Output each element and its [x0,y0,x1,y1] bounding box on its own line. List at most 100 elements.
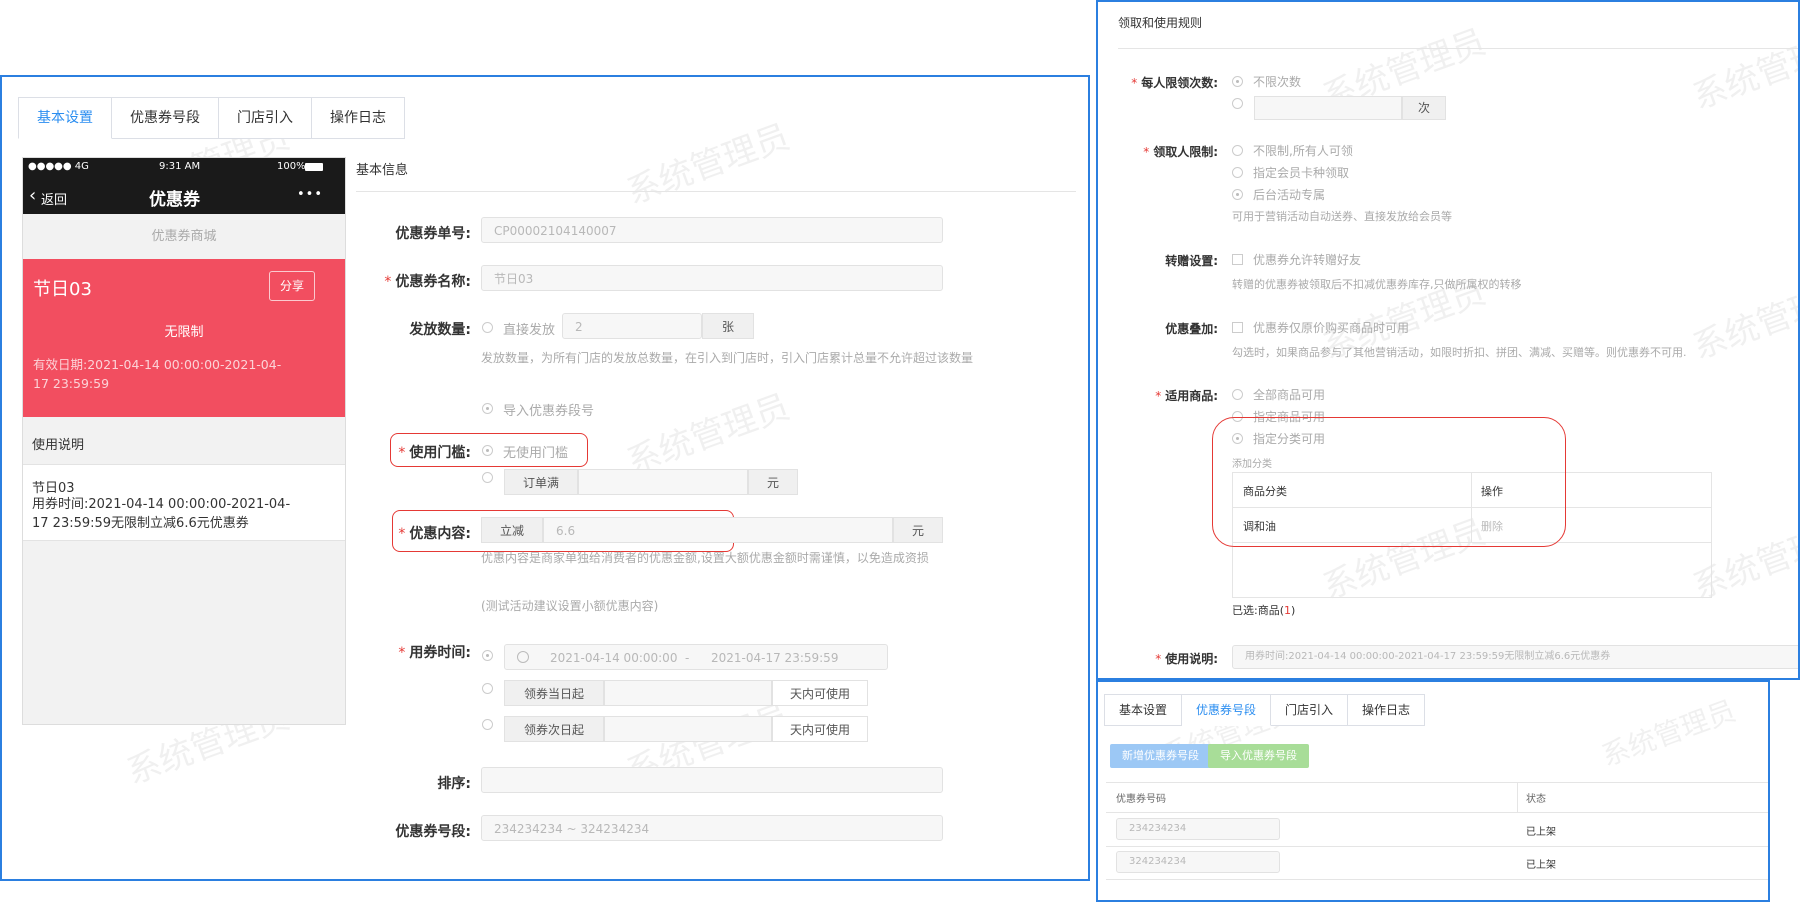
coupon-edge-decoration [23,412,345,422]
share-button[interactable]: 分享 [269,271,315,301]
divider [1106,879,1768,880]
usage-input[interactable]: 用券时间:2021-04-14 00:00:00-2021-04-17 23:5… [1232,645,1798,669]
segment-field[interactable]: 234234234 ~ 324234234 [481,815,943,841]
coupon-mall-link[interactable]: 优惠券商城 [23,214,345,259]
no-threshold-radio[interactable] [482,445,493,456]
segment-panel: 系统管理员 系统管理员 基本设置 优惠券号段 门店引入 操作日志 新增优惠券号段… [1096,680,1770,902]
usage-description: 用券时间:2021-04-14 00:00:00-2021-04-17 23:5… [32,497,291,531]
order-full-radio[interactable] [482,472,493,483]
unlimited-times-radio[interactable] [1232,76,1243,87]
times-unit: 次 [1402,96,1446,120]
goods-label: * 适用商品: [1098,387,1218,404]
coupon-name-label: * 优惠券名称: [351,271,471,291]
direct-issue-label: 直接发放 [503,323,556,338]
receiver-all-label: 不限制,所有人可领 [1253,144,1353,158]
required-mark: * [398,645,406,661]
watermark: 系统管理员 [1687,271,1800,368]
section-title-basic-info: 基本信息 [356,163,409,178]
reduce-unit: 元 [893,517,943,543]
divider [356,191,1076,192]
required-mark: * [1143,145,1150,159]
usage-label-text: 使用说明: [1165,652,1218,666]
phone-preview: ●●●●● 4G 9:31 AM 100% ‹ 返回 优惠券 ••• 优惠券商城… [22,157,346,725]
claim-day-radio[interactable] [482,683,493,694]
receiver-card-radio[interactable] [1232,167,1243,178]
claim-day-input[interactable] [604,680,772,706]
coupon-name-field[interactable]: 节日03 [481,265,943,291]
issue-quantity-input[interactable]: 2 [562,313,702,339]
segment-tab-store-import[interactable]: 门店引入 [1271,694,1349,726]
receiver-all-radio[interactable] [1232,145,1243,156]
stack-option-label: 优惠券仅原价购买商品时可用 [1253,321,1410,335]
gift-checkbox[interactable] [1232,254,1243,265]
segment-code-field[interactable]: 234234234 [1116,818,1280,840]
next-day-radio[interactable] [482,719,493,730]
coupon-card-name: 节日03 [33,279,92,300]
content-hint: 优惠内容是商家单独给消费者的优惠金额,设置大额优惠金额时需谨慎，以免造成资损 [481,551,929,565]
coupon-card: 节日03 分享 无限制 有效日期:2021-04-14 00:00:00-202… [23,259,345,417]
header-coupon-code: 优惠券号码 [1116,794,1166,805]
back-button[interactable]: 返回 [41,189,67,208]
phone-title: 优惠券 [149,190,200,210]
goods-all-radio[interactable] [1232,389,1243,400]
segment-tab-operation-log[interactable]: 操作日志 [1348,694,1426,726]
header-status: 状态 [1526,794,1546,805]
coupon-validity: 有效日期:2021-04-14 00:00:00-2021-04-17 23:5… [33,357,282,391]
segment-label: 优惠券号段: [395,824,471,840]
segment-tab-basic-settings[interactable]: 基本设置 [1104,694,1183,726]
issue-unit: 张 [702,313,754,339]
threshold-label-text: 使用门槛: [409,445,471,461]
required-mark: * [1131,76,1138,90]
import-segment-button[interactable]: 导入优惠券号段 [1208,744,1309,768]
reduce-value-input[interactable]: 6.6 [543,517,893,543]
segment-status: 已上架 [1526,827,1556,838]
required-mark: * [1155,652,1162,666]
claim-day-suffix: 天内可使用 [772,680,868,706]
tab-bar: 基本设置 优惠券号段 门店引入 操作日志 [18,97,405,139]
issue-quantity-label: 发放数量: [409,322,471,338]
direct-issue-radio[interactable] [482,322,493,333]
rules-section-title: 领取和使用规则 [1118,16,1203,30]
segment-tab-coupon-segment[interactable]: 优惠券号段 [1182,694,1272,726]
watermark: 系统管理员 [621,386,795,483]
time-label-text: 用券时间: [409,645,471,661]
more-icon[interactable]: ••• [297,187,323,202]
receiver-backend-radio[interactable] [1232,189,1243,200]
receiver-backend-label: 后台活动专属 [1253,188,1326,202]
back-arrow-icon[interactable]: ‹ [29,187,36,205]
gift-hint: 转赠的优惠券被领取后不扣减优惠券库存,只做所属权的转移 [1232,278,1522,291]
time-label: * 用券时间: [351,642,471,662]
coupon-limit: 无限制 [164,325,204,340]
watermark: 系统管理员 [621,116,795,213]
sort-label: 排序: [437,776,471,792]
coupon-edit-panel: 系统管理员 系统管理员 系统管理员 系统管理员 系统管理员 系统管理员 基本设置… [0,75,1090,881]
content-label: * 优惠内容: [351,523,471,543]
issue-hint: 发放数量，为所有门店的发放总数量，在引入到门店时，引入门店累计总量不允许超过该数… [481,351,974,365]
next-day-input[interactable] [604,716,772,742]
date-range-input[interactable]: 2021-04-14 00:00:00 - 2021-04-17 23:59:5… [504,644,888,670]
selected-prefix: 已选:商品( [1232,604,1284,617]
no-threshold-label: 无使用门槛 [503,446,569,461]
order-full-input[interactable] [578,469,748,495]
tab-store-import[interactable]: 门店引入 [219,97,312,139]
tab-coupon-segment[interactable]: 优惠券号段 [112,97,219,139]
per-person-label-text: 每人限领次数: [1141,76,1218,90]
limited-times-radio[interactable] [1232,98,1243,109]
coupon-no-field[interactable]: CP00002104140007 [481,217,943,243]
tab-basic-settings[interactable]: 基本设置 [18,97,112,139]
times-input[interactable] [1254,96,1402,120]
start-time: 2021-04-14 00:00:00 [550,651,678,665]
range-separator: - [685,651,690,665]
stack-checkbox[interactable] [1232,322,1243,333]
receiver-label: * 领取人限制: [1098,143,1218,160]
import-segment-radio[interactable] [482,403,493,414]
segment-code-field[interactable]: 324234234 [1116,851,1280,873]
battery-icon [305,163,323,171]
fixed-time-radio[interactable] [482,650,493,661]
divider [1106,846,1768,847]
sort-input[interactable] [481,767,943,793]
segment-tab-bar: 基本设置 优惠券号段 门店引入 操作日志 [1104,694,1426,726]
tab-operation-log[interactable]: 操作日志 [312,97,405,139]
add-segment-button[interactable]: 新增优惠券号段 [1110,744,1211,768]
watermark: 系统管理员 [1597,693,1740,773]
